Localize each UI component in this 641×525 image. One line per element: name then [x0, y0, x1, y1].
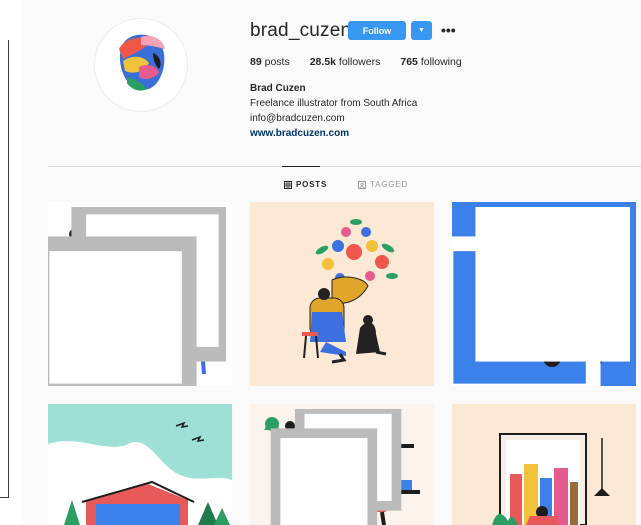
- sky-landscape-illustration: [48, 404, 232, 525]
- avatar[interactable]: [94, 18, 188, 112]
- multi-post-icon: [270, 409, 402, 525]
- active-tab-indicator: [282, 166, 320, 167]
- tab-posts-label: POSTS: [296, 180, 328, 189]
- multi-post-icon: [48, 207, 226, 386]
- avatar-illustration: [119, 34, 165, 91]
- post-sky-landscape[interactable]: [48, 404, 232, 525]
- tab-posts[interactable]: POSTS: [284, 180, 327, 189]
- tab-tagged[interactable]: TAGGED: [358, 180, 408, 189]
- grid-icon: [284, 180, 292, 189]
- post-studio-vignettes[interactable]: [48, 202, 232, 386]
- bio-description: Freelance illustrator from South Africa: [250, 98, 418, 109]
- profile-bio: Brad Cuzen Freelance illustrator from So…: [250, 81, 417, 141]
- tab-tagged-label: TAGGED: [370, 180, 408, 189]
- profile-page: brad_cuzen Follow ▼ ••• 89 posts 28.5k f…: [22, 0, 641, 525]
- multi-post-icon: [452, 207, 630, 386]
- window-city-illustration: [452, 404, 636, 525]
- followers-count[interactable]: 28.5k followers: [310, 56, 381, 68]
- follow-button[interactable]: Follow: [348, 21, 406, 40]
- tabs-divider: [48, 166, 641, 167]
- following-count[interactable]: 765 following: [400, 56, 461, 68]
- post-tuba-player[interactable]: [250, 202, 434, 386]
- posts-count: 89 posts: [250, 56, 290, 68]
- bio-email: info@bradcuzen.com: [250, 113, 345, 124]
- caret-down-icon: ▼: [418, 27, 425, 34]
- post-cooking-vignettes[interactable]: [250, 404, 434, 525]
- more-options-icon[interactable]: •••: [441, 22, 456, 38]
- website-link[interactable]: www.bradcuzen.com: [250, 126, 417, 141]
- post-window-city[interactable]: [452, 404, 636, 525]
- full-name: Brad Cuzen: [250, 83, 306, 94]
- side-panel-edge: [0, 40, 9, 498]
- profile-stats: 89 posts 28.5k followers 765 following: [250, 56, 462, 68]
- tuba-player-illustration: [250, 202, 434, 386]
- suggestions-dropdown-button[interactable]: ▼: [411, 21, 432, 40]
- username: brad_cuzen: [250, 20, 352, 41]
- post-city-shop-scooter[interactable]: [452, 202, 636, 386]
- tag-icon: [358, 180, 366, 189]
